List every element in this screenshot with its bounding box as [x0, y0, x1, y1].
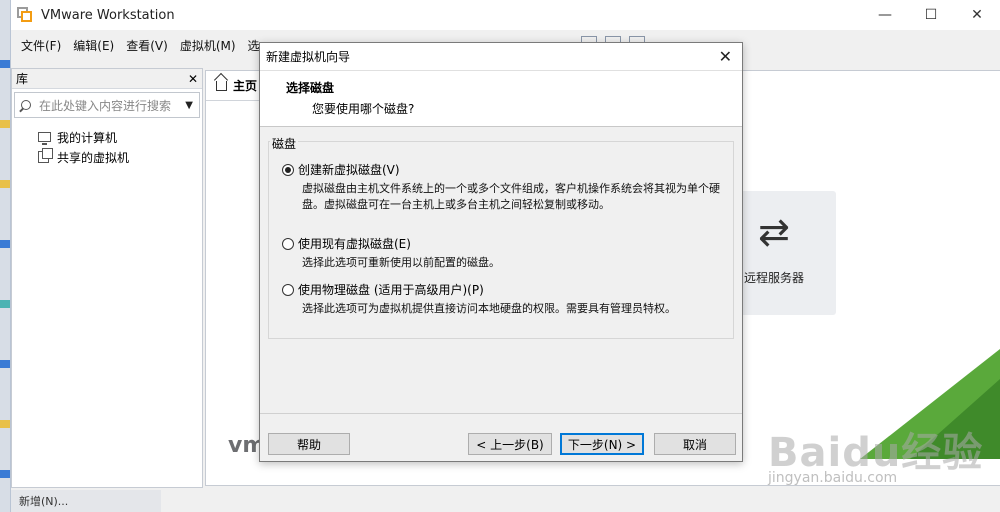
search-placeholder: 在此处键入内容进行搜索	[39, 98, 172, 113]
radio-icon[interactable]	[282, 283, 294, 296]
vmware-logo-icon	[17, 7, 33, 23]
library-tree: 我的计算机 共享的虚拟机	[12, 121, 202, 167]
tree-item-my-computer[interactable]: 我的计算机	[38, 127, 202, 147]
swap-arrows-icon: ⇄	[758, 210, 790, 254]
library-close-icon[interactable]: ✕	[188, 72, 198, 86]
tree-item-shared-vms[interactable]: 共享的虚拟机	[38, 147, 202, 167]
computer-icon	[38, 132, 51, 145]
radio-icon[interactable]	[282, 237, 294, 250]
dialog-title: 新建虚拟机向导	[266, 50, 351, 64]
tree-item-label: 我的计算机	[57, 130, 118, 145]
desktop-icon-strip	[0, 0, 10, 512]
radio-use-existing-disk[interactable]: 使用现有虚拟磁盘(E)	[282, 235, 411, 252]
menu-edit[interactable]: 编辑(E)	[67, 37, 120, 54]
option-description: 选择此选项可重新使用以前配置的磁盘。	[302, 256, 500, 269]
title-bar: VMware Workstation — ☐ ✕	[11, 0, 1000, 30]
library-header: 库 ✕	[12, 69, 202, 89]
radio-label: 使用物理磁盘 (适用于高级用户)(P)	[298, 283, 484, 297]
radio-create-new-disk[interactable]: 创建新虚拟磁盘(V)	[282, 161, 400, 178]
radio-label: 创建新虚拟磁盘(V)	[298, 163, 400, 177]
disk-group-label: 磁盘	[270, 135, 299, 152]
maximize-button[interactable]: ☐	[908, 0, 954, 30]
tab-home-label: 主页	[233, 79, 258, 93]
baidu-watermark-url: jingyan.baidu.com	[768, 470, 898, 486]
dialog-subheading: 您要使用哪个磁盘?	[312, 102, 415, 116]
tab-home[interactable]: 主页	[206, 71, 266, 101]
window-title: VMware Workstation	[41, 7, 175, 23]
radio-use-physical-disk[interactable]: 使用物理磁盘 (适用于高级用户)(P)	[282, 281, 484, 298]
option-description: 虚拟磁盘由主机文件系统上的一个或多个文件组成，客户机操作系统会将其视为单个硬盘。…	[302, 182, 720, 211]
minimize-button[interactable]: —	[862, 0, 908, 30]
search-icon	[21, 100, 31, 110]
dialog-close-icon[interactable]: ✕	[719, 47, 732, 66]
taskbar-partial: 新增(N)...	[11, 490, 161, 512]
option-description: 选择此选项可为虚拟机提供直接访问本地硬盘的权限。需要具有管理员特权。	[302, 302, 676, 315]
shared-vm-icon	[38, 148, 53, 163]
tree-item-label: 共享的虚拟机	[57, 150, 130, 165]
dialog-title-bar: 新建虚拟机向导 ✕	[260, 43, 742, 71]
library-search-input[interactable]: 在此处键入内容进行搜索 ▼	[14, 92, 200, 118]
close-button[interactable]: ✕	[954, 0, 1000, 30]
menu-vm[interactable]: 虚拟机(M)	[174, 37, 242, 54]
library-panel: 库 ✕ 在此处键入内容进行搜索 ▼ 我的计算机 共享的虚拟机	[11, 68, 203, 488]
back-button[interactable]: < 上一步(B)	[468, 433, 552, 455]
cancel-button[interactable]: 取消	[654, 433, 736, 455]
chevron-down-icon[interactable]: ▼	[185, 100, 193, 111]
menu-view[interactable]: 查看(V)	[120, 37, 174, 54]
dialog-heading: 选择磁盘	[286, 81, 335, 95]
next-button[interactable]: 下一步(N) >	[560, 433, 644, 455]
radio-selected-icon[interactable]	[282, 163, 294, 176]
radio-label: 使用现有虚拟磁盘(E)	[298, 237, 411, 251]
help-button[interactable]: 帮助	[268, 433, 350, 455]
library-title: 库	[16, 72, 29, 86]
dialog-header: 选择磁盘 您要使用哪个磁盘?	[260, 71, 742, 127]
dialog-footer-separator	[260, 413, 742, 414]
home-icon	[216, 80, 227, 91]
new-vm-wizard-dialog: 新建虚拟机向导 ✕ 选择磁盘 您要使用哪个磁盘? 磁盘 创建新虚拟磁盘(V) 虚…	[259, 42, 743, 462]
menu-file[interactable]: 文件(F)	[15, 37, 67, 54]
